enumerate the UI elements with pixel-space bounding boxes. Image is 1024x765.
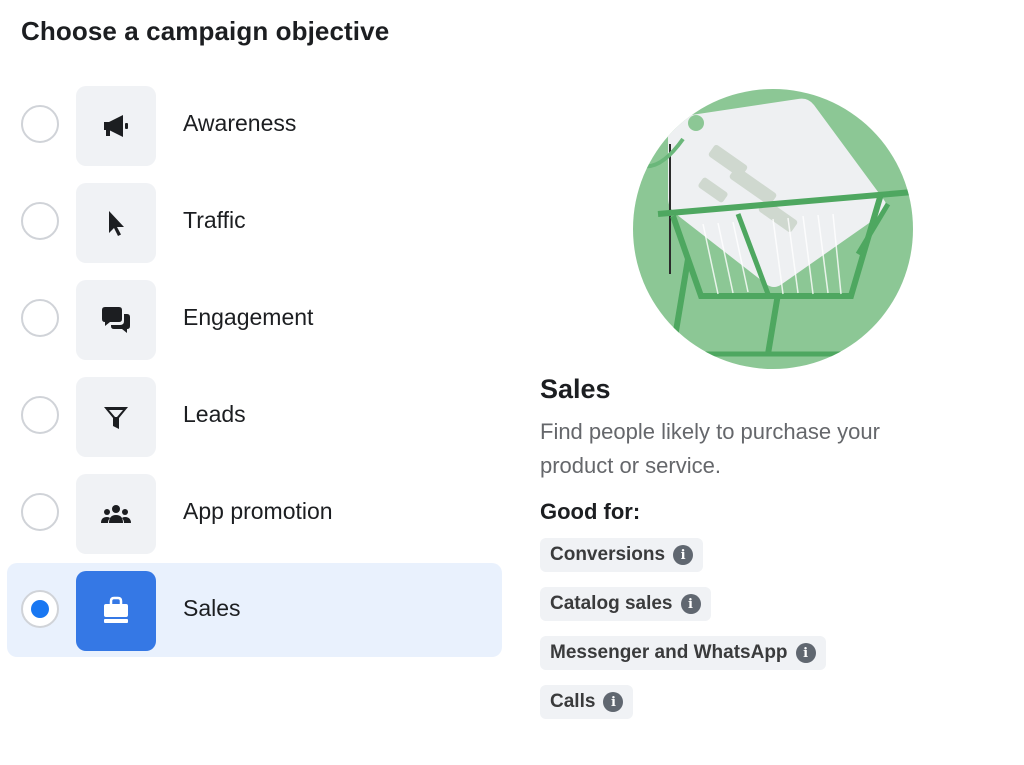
tag-label: Conversions xyxy=(550,544,666,565)
objective-option-leads[interactable]: Leads xyxy=(7,369,502,463)
detail-description: Find people likely to purchase your prod… xyxy=(540,419,880,478)
objective-option-app-promotion[interactable]: App promotion xyxy=(7,466,502,560)
objective-label: Sales xyxy=(183,595,241,621)
objective-option-awareness[interactable]: Awareness xyxy=(7,78,502,172)
chat-bubbles-icon xyxy=(76,280,156,360)
good-for-tags: Conversions i Catalog sales i Messenger … xyxy=(540,538,1000,734)
objective-option-traffic[interactable]: Traffic xyxy=(7,175,502,269)
tag-catalog-sales: Catalog sales i xyxy=(540,587,711,621)
objective-label: Traffic xyxy=(183,207,246,233)
info-icon[interactable]: i xyxy=(680,594,701,614)
radio-button[interactable] xyxy=(21,396,59,434)
objective-option-engagement[interactable]: Engagement xyxy=(7,272,502,366)
sales-illustration xyxy=(628,84,918,374)
objective-label: App promotion xyxy=(183,498,333,524)
info-icon[interactable]: i xyxy=(795,643,816,663)
objective-label: Awareness xyxy=(183,110,297,136)
info-icon[interactable]: i xyxy=(603,692,624,712)
objective-list: Awareness Traffic Engagement Leads App p… xyxy=(7,78,502,660)
info-icon[interactable]: i xyxy=(673,545,694,565)
objective-option-sales[interactable]: Sales xyxy=(7,563,502,657)
tag-conversions: Conversions i xyxy=(540,538,704,572)
detail-title: Sales xyxy=(540,374,611,404)
tag-label: Calls xyxy=(550,691,596,712)
radio-button[interactable] xyxy=(21,202,59,240)
shopping-bag-icon xyxy=(76,571,156,651)
objective-detail-panel: Sales Find people likely to purchase you… xyxy=(540,374,1000,734)
page-title: Choose a campaign objective xyxy=(21,16,390,46)
funnel-icon xyxy=(76,377,156,457)
radio-button[interactable] xyxy=(21,105,59,143)
good-for-heading: Good for: xyxy=(540,499,641,524)
tag-label: Catalog sales xyxy=(550,593,673,614)
objective-label: Engagement xyxy=(183,304,314,330)
megaphone-icon xyxy=(76,86,156,166)
cursor-icon xyxy=(76,183,156,263)
objective-label: Leads xyxy=(183,401,246,427)
tag-calls: Calls i xyxy=(540,685,634,719)
tag-messenger-whatsapp: Messenger and WhatsApp i xyxy=(540,636,826,670)
tag-label: Messenger and WhatsApp xyxy=(550,642,788,663)
radio-button[interactable] xyxy=(21,493,59,531)
radio-button[interactable] xyxy=(21,299,59,337)
people-icon xyxy=(76,474,156,554)
radio-button-selected[interactable] xyxy=(21,590,59,628)
